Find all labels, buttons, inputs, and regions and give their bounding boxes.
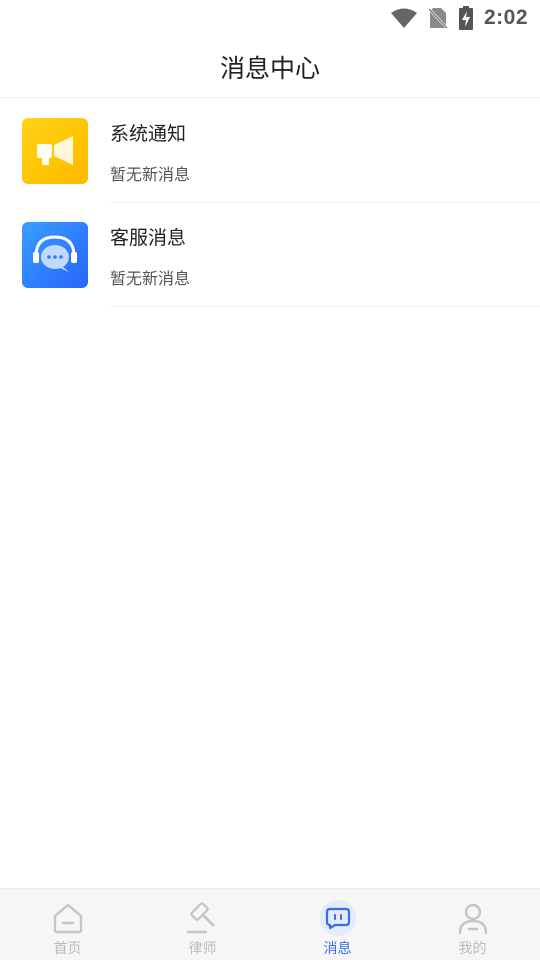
divider — [110, 306, 540, 307]
page-title: 消息中心 — [219, 53, 320, 83]
home-icon — [48, 898, 88, 938]
message-subtitle: 暂无新消息 — [110, 269, 191, 288]
tab-bar: 首页 律师 消息 我的 — [0, 888, 540, 960]
tab-label: 首页 — [53, 941, 82, 957]
status-icons: 2:02 — [390, 4, 528, 32]
headset-chat-icon — [22, 222, 88, 288]
message-list: 系统通知 暂无新消息 客服消息 暂无新消息 — [0, 99, 540, 307]
status-bar: 2:02 — [0, 0, 540, 36]
tab-home[interactable]: 首页 — [0, 889, 135, 960]
status-time: 2:02 — [483, 6, 528, 29]
list-item-system-notice[interactable]: 系统通知 暂无新消息 — [0, 99, 540, 203]
message-subtitle: 暂无新消息 — [110, 165, 191, 184]
megaphone-icon — [22, 118, 88, 184]
tab-label: 律师 — [188, 941, 217, 957]
tab-lawyer[interactable]: 律师 — [135, 889, 270, 960]
message-title: 系统通知 — [110, 123, 187, 145]
header: 消息中心 — [0, 36, 540, 98]
battery-charging-icon — [458, 6, 474, 30]
tab-label: 消息 — [323, 941, 352, 957]
tab-label: 我的 — [458, 941, 487, 957]
tab-mine[interactable]: 我的 — [405, 889, 540, 960]
tab-messages[interactable]: 消息 — [270, 889, 405, 960]
no-sim-icon — [428, 7, 448, 29]
message-title: 客服消息 — [110, 227, 187, 249]
person-icon — [453, 898, 493, 938]
wifi-icon — [390, 7, 418, 29]
message-icon — [318, 898, 358, 938]
list-item-customer-service[interactable]: 客服消息 暂无新消息 — [0, 203, 540, 307]
gavel-icon — [183, 898, 223, 938]
